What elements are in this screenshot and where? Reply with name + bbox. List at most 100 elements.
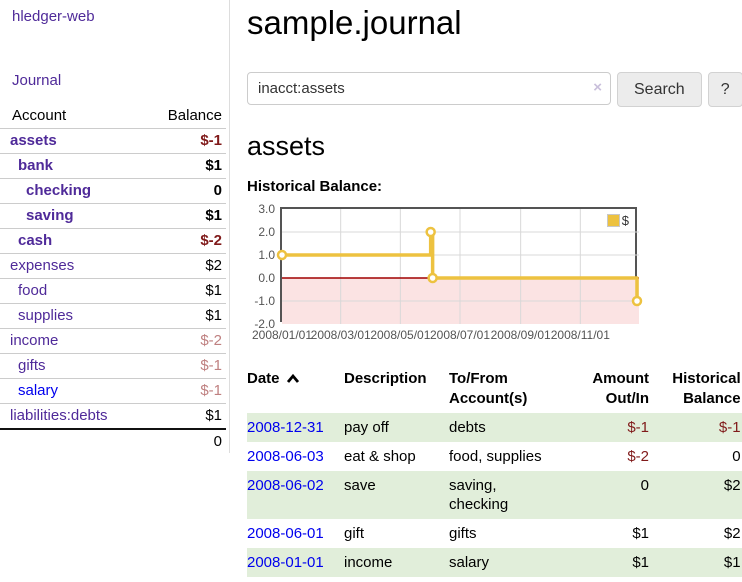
chart-legend: $ bbox=[607, 213, 629, 228]
column-header-accounts[interactable]: To/From Account(s) bbox=[449, 365, 569, 413]
transaction-accounts: food, supplies bbox=[449, 442, 569, 471]
column-header-balance[interactable]: Historical Balance bbox=[651, 365, 742, 413]
account-row: income $-2 bbox=[0, 329, 226, 354]
transaction-date-link[interactable]: 2008-06-01 bbox=[247, 525, 324, 542]
account-balance: $1 bbox=[147, 279, 226, 304]
register-row: 2008-06-03 eat & shopfood, supplies$-20 bbox=[247, 442, 742, 471]
account-row: gifts $-1 bbox=[0, 354, 226, 379]
account-balance: $1 bbox=[147, 154, 226, 179]
help-button[interactable]: ? bbox=[708, 72, 742, 107]
transaction-date-link[interactable]: 2008-01-01 bbox=[247, 554, 324, 571]
register-row: 2008-01-01incomesalary$1$1 bbox=[247, 548, 742, 577]
accounts-table: Account Balance assets$-1bank$1checking0… bbox=[0, 103, 226, 453]
main-content: sample.journal × Search ? assets Histori… bbox=[230, 0, 742, 577]
account-balance: $-2 bbox=[147, 229, 226, 254]
transaction-date-link[interactable]: 2008-06-03 bbox=[247, 448, 324, 465]
account-link-salary[interactable]: salary bbox=[18, 382, 58, 399]
page-title: sample.journal bbox=[247, 4, 742, 42]
transaction-balance: 0 bbox=[651, 442, 742, 471]
account-row: food $1 bbox=[0, 279, 226, 304]
account-balance: $1 bbox=[147, 204, 226, 229]
search-input[interactable] bbox=[247, 72, 611, 105]
account-link-checking[interactable]: checking bbox=[26, 182, 91, 199]
transaction-amount: $-1 bbox=[569, 413, 651, 442]
transaction-description: eat & shop bbox=[344, 442, 449, 471]
x-tick-label: 2008/09/01 bbox=[491, 328, 551, 342]
sidebar-item-journal[interactable]: Journal bbox=[12, 72, 229, 90]
search-box: × bbox=[247, 72, 611, 107]
x-tick-label: 2008/07/01 bbox=[430, 328, 490, 342]
account-row: bank $1 bbox=[0, 154, 226, 179]
transaction-description: pay off bbox=[344, 413, 449, 442]
page: hledger-web Journal Account Balance asse… bbox=[0, 0, 742, 577]
account-row: supplies$1 bbox=[0, 304, 226, 329]
chart-canvas bbox=[282, 209, 639, 324]
transaction-description: income bbox=[344, 548, 449, 577]
transaction-balance: $2 bbox=[651, 519, 742, 548]
account-balance: $-1 bbox=[147, 129, 226, 154]
account-row: salary $-1 bbox=[0, 379, 226, 404]
y-tick-label: 2.0 bbox=[247, 225, 275, 239]
transaction-accounts: salary bbox=[449, 548, 569, 577]
column-header-description[interactable]: Description bbox=[344, 365, 449, 413]
search-button[interactable]: Search bbox=[617, 72, 702, 107]
register-row: 2008-12-31pay offdebts$-1$-1 bbox=[247, 413, 742, 442]
account-link-gifts[interactable]: gifts bbox=[18, 357, 46, 374]
balance-column-header: Balance bbox=[147, 103, 226, 129]
account-link-bank[interactable]: bank bbox=[18, 157, 53, 174]
account-row: expenses $2 bbox=[0, 254, 226, 279]
y-tick-label: 0.0 bbox=[247, 271, 275, 285]
register-row: 2008-06-01 giftgifts$1$2 bbox=[247, 519, 742, 548]
account-link-liabilities-debts[interactable]: liabilities:debts bbox=[10, 407, 108, 424]
transaction-accounts: gifts bbox=[449, 519, 569, 548]
transaction-balance: $-1 bbox=[651, 413, 742, 442]
transaction-date-link[interactable]: 2008-06-02 bbox=[247, 477, 324, 494]
y-tick-label: 1.0 bbox=[247, 248, 275, 262]
clear-search-icon[interactable]: × bbox=[593, 80, 602, 95]
column-header-amount[interactable]: Amount Out/In bbox=[569, 365, 651, 413]
transaction-amount: $1 bbox=[569, 548, 651, 577]
account-link-cash[interactable]: cash bbox=[18, 232, 52, 249]
account-row: cash $-2 bbox=[0, 229, 226, 254]
register-header-row: Date Description To/From Account(s) Amou… bbox=[247, 365, 742, 413]
accounts-total-row: 0 bbox=[0, 429, 226, 453]
account-link-expenses[interactable]: expenses bbox=[10, 257, 74, 274]
x-tick-label: 2008/03/01 bbox=[311, 328, 371, 342]
transaction-balance: $1 bbox=[651, 548, 742, 577]
account-balance: $-2 bbox=[147, 329, 226, 354]
transaction-accounts: saving,checking bbox=[449, 471, 569, 519]
register-table: Date Description To/From Account(s) Amou… bbox=[247, 365, 742, 577]
account-row: liabilities:debts$1 bbox=[0, 404, 226, 430]
account-heading: assets bbox=[247, 131, 742, 162]
account-column-header: Account bbox=[0, 103, 147, 129]
account-balance: $-1 bbox=[147, 379, 226, 404]
chart-title: Historical Balance: bbox=[247, 178, 742, 195]
search-form: × Search ? bbox=[247, 72, 742, 107]
account-row: assets $-1 bbox=[0, 129, 226, 154]
transaction-amount: 0 bbox=[569, 471, 651, 519]
sort-ascending-icon bbox=[286, 373, 300, 384]
account-balance: $2 bbox=[147, 254, 226, 279]
balance-chart: 3.02.01.00.0-1.0-2.0 $ 2008/01/012008/03… bbox=[247, 207, 742, 347]
transaction-amount: $-2 bbox=[569, 442, 651, 471]
transaction-amount: $1 bbox=[569, 519, 651, 548]
y-tick-label: -1.0 bbox=[247, 294, 275, 308]
transaction-description: gift bbox=[344, 519, 449, 548]
account-link-income[interactable]: income bbox=[10, 332, 58, 349]
account-link-assets[interactable]: assets bbox=[10, 132, 57, 149]
account-link-supplies[interactable]: supplies bbox=[18, 307, 73, 324]
legend-label: $ bbox=[622, 213, 629, 228]
register-row: 2008-06-02savesaving,checking0$2 bbox=[247, 471, 742, 519]
account-link-saving[interactable]: saving bbox=[26, 207, 74, 224]
account-row: checking0 bbox=[0, 179, 226, 204]
y-tick-label: 3.0 bbox=[247, 202, 275, 216]
account-link-food[interactable]: food bbox=[18, 282, 47, 299]
accounts-total-value: 0 bbox=[147, 429, 226, 453]
transaction-date-link[interactable]: 2008-12-31 bbox=[247, 419, 324, 436]
sidebar: hledger-web Journal Account Balance asse… bbox=[0, 0, 230, 453]
x-tick-label: 2008/01/01 bbox=[252, 328, 312, 342]
account-balance: $-1 bbox=[147, 354, 226, 379]
account-row: saving $1 bbox=[0, 204, 226, 229]
brand-link[interactable]: hledger-web bbox=[12, 8, 229, 26]
column-header-date[interactable]: Date bbox=[247, 365, 344, 413]
